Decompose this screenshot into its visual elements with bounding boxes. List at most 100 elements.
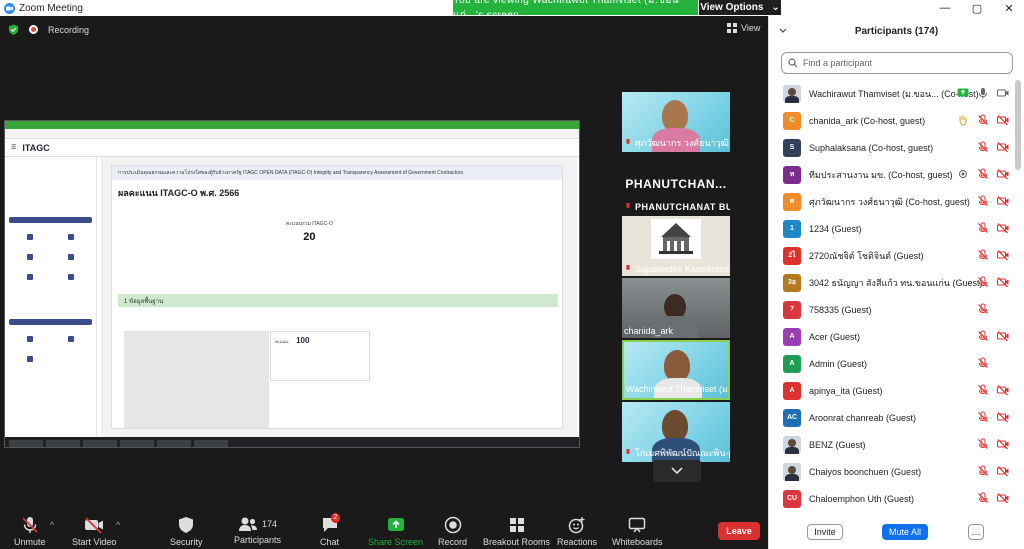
camera-off-icon[interactable] xyxy=(997,141,1009,153)
participant-name: Suphalaksana (Co-host, guest) xyxy=(809,142,934,153)
video-tile[interactable]: PHANUTCHAN... PHANUTCHANAT BUA... xyxy=(622,154,730,214)
chevron-up-icon[interactable]: ^ xyxy=(116,520,120,530)
participants-button[interactable]: 174 Participants xyxy=(234,516,281,545)
participant-name: 758335 (Guest) xyxy=(809,304,872,315)
video-tile[interactable]: ศุภวัฒนากร วงศ์ธนาวุฒิ xyxy=(622,92,730,152)
sidebar-menu-item xyxy=(53,250,91,266)
encryption-shield-icon[interactable] xyxy=(8,24,19,35)
minimize-button[interactable]: — xyxy=(930,0,960,16)
chat-button[interactable]: 2 Chat xyxy=(320,513,341,547)
participant-row[interactable]: A Acer (Guest) xyxy=(769,323,1015,350)
participant-row[interactable]: ท ทีมประสานงาน มข. (Co-host, guest) xyxy=(769,161,1015,188)
camera-off-icon[interactable] xyxy=(997,168,1009,180)
camera-off-icon[interactable] xyxy=(997,492,1009,504)
participant-name: Acer (Guest) xyxy=(809,331,861,342)
camera-off-icon[interactable] xyxy=(997,465,1009,477)
tile-name: ศุภวัฒนากร วงศ์ธนาวุฒิ xyxy=(624,136,729,150)
record-button[interactable]: Record xyxy=(438,516,467,547)
maximize-button[interactable]: ▢ xyxy=(962,0,992,16)
participant-name: chanida_ark (Co-host, guest) xyxy=(809,115,926,126)
whiteboards-button[interactable]: Whiteboards xyxy=(612,516,663,547)
chevron-up-icon[interactable]: ^ xyxy=(50,520,54,530)
video-tile[interactable]: Supawadee Kaewkums... xyxy=(622,216,730,276)
mic-muted-icon[interactable] xyxy=(977,303,989,315)
chevron-down-icon[interactable] xyxy=(779,26,787,37)
video-tile[interactable]: chanida_ark xyxy=(622,278,730,338)
mic-muted-icon[interactable] xyxy=(977,249,989,261)
unmute-button[interactable]: Unmute xyxy=(14,516,46,547)
security-button[interactable]: Security xyxy=(170,516,203,547)
mic-muted-icon[interactable] xyxy=(977,411,989,423)
participant-row[interactable]: S Suphalaksana (Co-host, guest) xyxy=(769,134,1015,161)
mic-muted-icon xyxy=(626,139,630,144)
invite-button[interactable]: Invite xyxy=(807,524,843,540)
mic-muted-icon[interactable] xyxy=(977,330,989,342)
participant-row[interactable]: AC Aroonrat chanreab (Guest) xyxy=(769,404,1015,431)
avatar: A xyxy=(783,381,801,400)
search-input[interactable]: Find a participant xyxy=(781,52,1013,74)
camera-off-icon[interactable] xyxy=(997,384,1009,396)
temple-logo-icon xyxy=(651,219,701,259)
participant-controls xyxy=(977,492,1009,504)
mic-on-icon[interactable] xyxy=(977,87,989,99)
sidebar-menu-item xyxy=(53,270,91,286)
view-button[interactable]: View xyxy=(727,23,760,33)
participant-controls xyxy=(977,249,1009,261)
participants-scrollbar[interactable] xyxy=(1015,80,1021,170)
participant-row[interactable]: 2ไ 2720ณัชจิต์ โชติจินต์ (Guest) xyxy=(769,242,1015,269)
mic-muted-icon[interactable] xyxy=(977,438,989,450)
close-button[interactable]: ✕ xyxy=(994,0,1024,16)
mic-muted-icon[interactable] xyxy=(977,465,989,477)
mic-muted-icon[interactable] xyxy=(977,357,989,369)
camera-off-icon[interactable] xyxy=(997,114,1009,126)
mic-muted-icon[interactable] xyxy=(977,492,989,504)
camera-off-icon[interactable] xyxy=(997,249,1009,261)
share-screen-button[interactable]: Share Screen xyxy=(368,516,423,547)
mic-muted-icon[interactable] xyxy=(977,222,989,234)
camera-off-icon[interactable] xyxy=(997,195,1009,207)
leave-button[interactable]: Leave xyxy=(718,522,760,540)
field-score-value: 100 xyxy=(296,336,310,345)
start-video-button[interactable]: Start Video xyxy=(72,516,116,547)
shared-taskbar xyxy=(5,437,579,447)
scroll-down-button[interactable] xyxy=(653,460,701,482)
video-tile[interactable]: โกเมศพิพัฒน์ปัณณะพิน-pr... xyxy=(622,402,730,462)
mic-muted-icon[interactable] xyxy=(977,384,989,396)
participant-row[interactable]: Chaiyos boonchuen (Guest) xyxy=(769,458,1015,485)
camera-off-icon[interactable] xyxy=(997,276,1009,288)
participant-row[interactable]: Cchanida_ark (Co-host, guest) xyxy=(769,107,1015,134)
camera-off-icon[interactable] xyxy=(997,222,1009,234)
participant-row[interactable]: 3อ 3042 ธนัญญา สังสีแก้ว ทน.ขอนแก่น (Gues… xyxy=(769,269,1015,296)
chevron-down-icon: ⌄ xyxy=(771,2,780,13)
mic-muted-icon[interactable] xyxy=(977,114,989,126)
more-options-button[interactable]: … xyxy=(968,524,984,540)
mic-muted-icon[interactable] xyxy=(977,195,989,207)
mic-muted-icon[interactable] xyxy=(977,141,989,153)
meeting-toolbar: Unmute Start Video ^ ^ Security 174 Part… xyxy=(0,512,768,549)
mute-all-button[interactable]: Mute All xyxy=(882,524,928,540)
camera-off-icon[interactable] xyxy=(997,438,1009,450)
participants-title: Participants (174) xyxy=(854,25,939,37)
reactions-button[interactable]: Reactions xyxy=(557,516,597,547)
camera-off-icon[interactable] xyxy=(997,330,1009,342)
participant-row[interactable]: Wachirawut Thamviset (ม.ขอน... (Co-host) xyxy=(769,80,1015,107)
breakout-rooms-button[interactable]: Breakout Rooms xyxy=(483,516,550,547)
mic-muted-icon[interactable] xyxy=(977,168,989,180)
participant-row[interactable]: BENZ (Guest) xyxy=(769,431,1015,458)
participant-controls xyxy=(977,411,1009,423)
mic-muted-icon[interactable] xyxy=(977,276,989,288)
participant-row[interactable]: A Admin (Guest) xyxy=(769,350,1015,377)
participant-row[interactable]: 7 758335 (Guest) xyxy=(769,296,1015,323)
avatar-photo xyxy=(783,462,801,481)
participant-row[interactable]: Aapinya_ita (Guest) xyxy=(769,377,1015,404)
avatar-photo xyxy=(783,84,801,103)
participant-row[interactable]: CU Chaloemphon Uth (Guest) xyxy=(769,485,1015,512)
participant-controls xyxy=(977,384,1009,396)
camera-off-icon[interactable] xyxy=(997,411,1009,423)
participant-name: Chaloemphon Uth (Guest) xyxy=(809,493,915,504)
camera-on-icon[interactable] xyxy=(997,87,1009,99)
participant-row[interactable]: 1 1234 (Guest) xyxy=(769,215,1015,242)
video-tile-active-speaker[interactable]: Wachirawut Thamviset (ม.ข... xyxy=(622,340,730,400)
view-options-button[interactable]: View Options ⌄ xyxy=(699,0,781,15)
participant-row[interactable]: ศ ศุภวัฒนากร วงศ์ธนาวุฒิ (Co-host, guest) xyxy=(769,188,1015,215)
